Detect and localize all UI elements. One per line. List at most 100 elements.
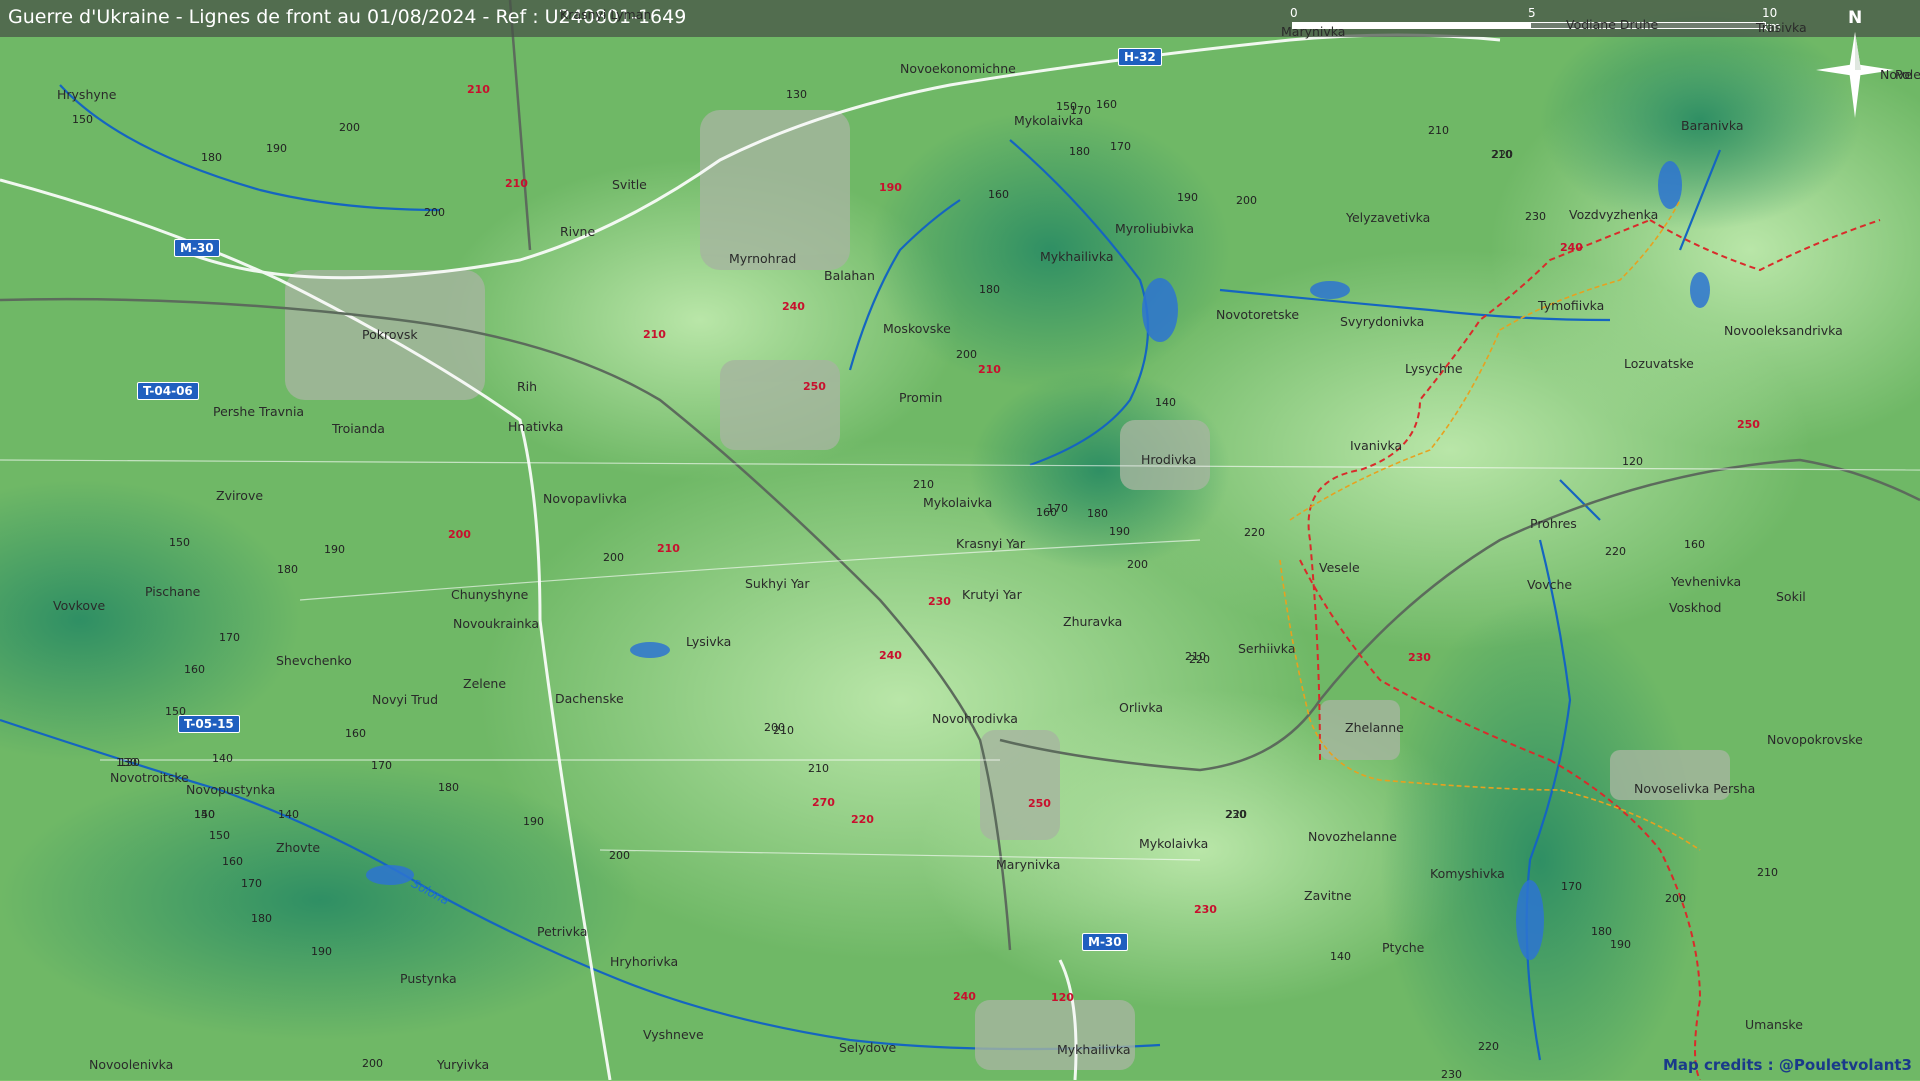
- elevation-label: 230: [1194, 903, 1217, 916]
- place-label[interactable]: Sukhyi Yar: [745, 576, 810, 591]
- place-label[interactable]: Komyshivka: [1430, 866, 1505, 881]
- place-label[interactable]: Vesele: [1319, 560, 1360, 575]
- place-label[interactable]: Voskhod: [1669, 600, 1721, 615]
- place-label[interactable]: Lysivka: [686, 634, 731, 649]
- place-label[interactable]: Chunyshyne: [451, 587, 528, 602]
- place-label[interactable]: Myroliubivka: [1115, 221, 1194, 236]
- place-label[interactable]: Moskovske: [883, 321, 951, 336]
- place-label[interactable]: Vovche: [1527, 577, 1572, 592]
- place-label[interactable]: Hrodivka: [1141, 452, 1196, 467]
- north-arrow-icon: N: [1810, 8, 1900, 118]
- place-label[interactable]: Vodiane Druhe: [1566, 17, 1658, 32]
- place-label[interactable]: Novozhelanne: [1308, 829, 1397, 844]
- place-label[interactable]: Orlivka: [1119, 700, 1163, 715]
- place-label[interactable]: Novoukrainka: [453, 616, 539, 631]
- place-label[interactable]: Pole: [1895, 67, 1920, 82]
- place-label[interactable]: Yevhenivka: [1671, 574, 1741, 589]
- place-label[interactable]: Mykhailivka: [1057, 1042, 1131, 1057]
- place-label[interactable]: Zelene: [463, 676, 506, 691]
- place-label[interactable]: Novoolenivka: [89, 1057, 173, 1072]
- highway-shield[interactable]: M-30: [174, 239, 220, 257]
- place-label[interactable]: Pustynka: [400, 971, 457, 986]
- place-label[interactable]: Svitle: [612, 177, 647, 192]
- place-label[interactable]: Myrnohrad: [729, 251, 796, 266]
- place-label[interactable]: Umanske: [1745, 1017, 1803, 1032]
- place-label[interactable]: Selydove: [839, 1040, 896, 1055]
- place-label[interactable]: Krasnyi Lyman: [560, 7, 651, 22]
- place-label[interactable]: Novohrodivka: [932, 711, 1018, 726]
- elevation-label: 190: [266, 142, 287, 155]
- place-label[interactable]: Prohres: [1530, 516, 1577, 531]
- place-label[interactable]: Novoekonomichne: [900, 61, 1016, 76]
- place-label[interactable]: Zhelanne: [1345, 720, 1404, 735]
- place-label[interactable]: Yuryivka: [437, 1057, 489, 1072]
- place-label[interactable]: Tymofiivka: [1538, 298, 1604, 313]
- elevation-label: 210: [978, 363, 1001, 376]
- place-label[interactable]: Dachenske: [555, 691, 624, 706]
- place-label[interactable]: Lysychne: [1405, 361, 1463, 376]
- place-label[interactable]: Trasivka: [1756, 20, 1807, 35]
- place-label[interactable]: Zvirove: [216, 488, 263, 503]
- place-label[interactable]: Mykolaivka: [923, 495, 992, 510]
- place-label[interactable]: Novotroitske: [110, 770, 189, 785]
- place-label[interactable]: Balahan: [824, 268, 875, 283]
- place-label[interactable]: Shevchenko: [276, 653, 352, 668]
- place-label[interactable]: Zavitne: [1304, 888, 1352, 903]
- place-label[interactable]: Novyi Trud: [372, 692, 438, 707]
- place-label[interactable]: Marynivka: [996, 857, 1060, 872]
- place-label[interactable]: Ptyche: [1382, 940, 1424, 955]
- place-label[interactable]: Krutyi Yar: [962, 587, 1022, 602]
- highway-shield[interactable]: M-30: [1082, 933, 1128, 951]
- elevation-label: 150: [72, 113, 93, 126]
- highway-shield[interactable]: H-32: [1118, 48, 1162, 66]
- elevation-label: 160: [988, 188, 1009, 201]
- highway-shield[interactable]: T-05-15: [178, 715, 240, 733]
- place-label[interactable]: Baranivka: [1681, 118, 1744, 133]
- place-label[interactable]: Zhuravka: [1063, 614, 1122, 629]
- place-label[interactable]: Lozuvatske: [1624, 356, 1694, 371]
- place-label[interactable]: Marynivka: [1281, 24, 1345, 39]
- elevation-label: 210: [773, 724, 794, 737]
- place-label[interactable]: Novopokrovske: [1767, 732, 1863, 747]
- elevation-label: 230: [1441, 1068, 1462, 1081]
- place-label[interactable]: Troianda: [332, 421, 385, 436]
- elevation-label: 220: [1478, 1040, 1499, 1053]
- place-label[interactable]: Vovkove: [53, 598, 105, 613]
- place-label[interactable]: Serhiivka: [1238, 641, 1296, 656]
- elevation-label: 160: [222, 855, 243, 868]
- place-label[interactable]: Novopavlivka: [543, 491, 627, 506]
- place-label[interactable]: Mykhailivka: [1040, 249, 1114, 264]
- place-label[interactable]: Ivanivka: [1350, 438, 1402, 453]
- elevation-label: 140: [1330, 950, 1351, 963]
- place-label[interactable]: Hryshyne: [57, 87, 116, 102]
- elevation-label: 190: [523, 815, 544, 828]
- place-label[interactable]: Pischane: [145, 584, 200, 599]
- elevation-label: 170: [1070, 104, 1091, 117]
- place-label[interactable]: Sokil: [1776, 589, 1806, 604]
- place-label[interactable]: Yelyzavetivka: [1346, 210, 1430, 225]
- place-label[interactable]: Petrivka: [537, 924, 587, 939]
- place-label[interactable]: Novotoretske: [1216, 307, 1299, 322]
- elevation-label: 180: [1069, 145, 1090, 158]
- place-label[interactable]: Svyrydonivka: [1340, 314, 1424, 329]
- place-label[interactable]: Zhovte: [276, 840, 320, 855]
- place-label[interactable]: Pokrovsk: [362, 327, 418, 342]
- place-label[interactable]: Rih: [517, 379, 537, 394]
- elevation-label: 170: [219, 631, 240, 644]
- place-label[interactable]: Rivne: [560, 224, 595, 239]
- place-label[interactable]: Novooleksandrivka: [1724, 323, 1843, 338]
- place-label[interactable]: Krasnyi Yar: [956, 536, 1025, 551]
- place-label[interactable]: Vyshneve: [643, 1027, 704, 1042]
- highway-shield[interactable]: T-04-06: [137, 382, 199, 400]
- place-label[interactable]: Hryhorivka: [610, 954, 678, 969]
- place-label[interactable]: Mykolaivka: [1139, 836, 1208, 851]
- place-label[interactable]: Promin: [899, 390, 942, 405]
- place-label[interactable]: Novopustynka: [186, 782, 275, 797]
- elevation-label: 180: [251, 912, 272, 925]
- place-label[interactable]: Hnativka: [508, 419, 563, 434]
- elevation-label: 170: [1047, 502, 1068, 515]
- scale-label-mid: 5: [1528, 6, 1536, 20]
- place-label[interactable]: Vozdvyzhenka: [1569, 207, 1658, 222]
- place-label[interactable]: Novoselivka Persha: [1634, 781, 1755, 796]
- place-label[interactable]: Pershe Travnia: [213, 404, 304, 419]
